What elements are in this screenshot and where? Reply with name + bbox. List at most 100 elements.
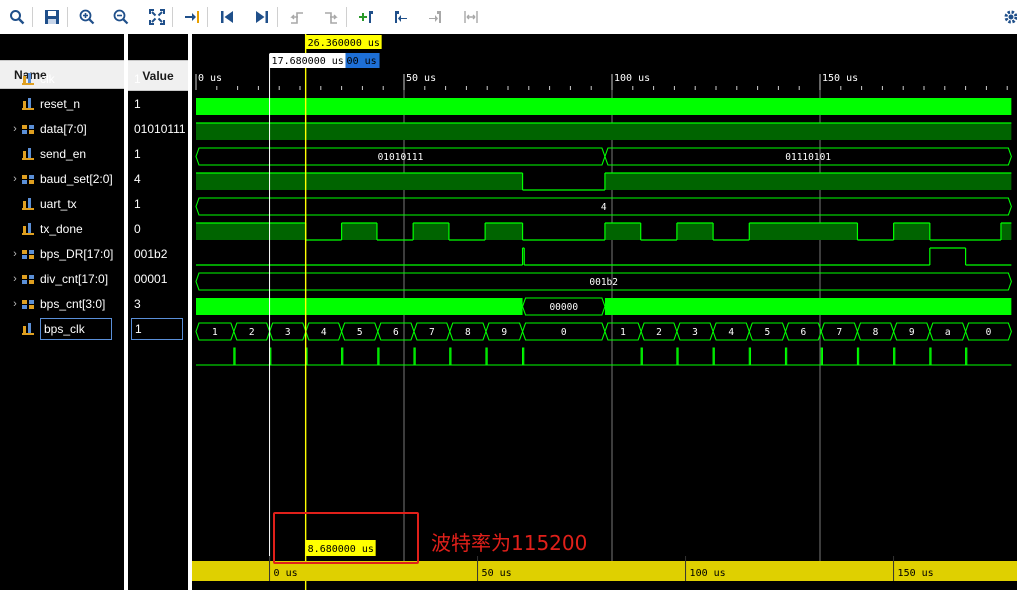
wave-fill	[604, 173, 1012, 190]
bus-value: 2	[656, 327, 662, 338]
bus-signal-icon	[22, 173, 36, 185]
bus-value: 5	[357, 327, 363, 338]
signal-value: 1	[134, 143, 188, 165]
bus-value: 6	[800, 327, 806, 338]
waveform-area[interactable]: 0 us 50 us 100 us 150 us 01010111 01110101 4 00…	[192, 34, 1017, 590]
wave-fill	[676, 223, 714, 240]
bus-value: 3	[692, 327, 698, 338]
bps-clk-wave	[196, 347, 1012, 366]
signal-value-text: 01010111	[134, 122, 186, 136]
signal-row-bps_dr170[interactable]: › bps_DR[17:0]	[8, 243, 113, 265]
signal-value: 001b2	[134, 243, 188, 265]
signal-value: 1	[134, 193, 188, 215]
previous-transition-icon[interactable]	[286, 6, 308, 28]
signal-value-text: 1	[131, 318, 183, 340]
bus-value: 8	[873, 327, 879, 338]
zoom-fit-icon[interactable]	[146, 6, 168, 28]
go-to-last-time-icon[interactable]	[251, 6, 273, 28]
go-to-time-0-icon[interactable]	[216, 6, 238, 28]
signal-value: 1	[131, 318, 185, 340]
signal-value-text: 1	[134, 97, 141, 111]
bus-value: 001b2	[589, 277, 618, 288]
go-to-cursor-icon[interactable]	[181, 6, 203, 28]
bus-signal-icon	[22, 298, 36, 310]
bus-signal-icon	[22, 123, 36, 135]
bit-signal-icon	[22, 73, 36, 85]
signal-row-tx_done[interactable]: tx_done	[8, 218, 83, 240]
expand-chevron-icon[interactable]: ›	[8, 123, 22, 135]
bus-signal-icon	[22, 273, 36, 285]
signal-name: uart_tx	[40, 197, 77, 211]
annotation-box	[273, 512, 419, 564]
bus-value: 0	[986, 327, 992, 338]
bus-value: 4	[728, 327, 734, 338]
signal-name: clk	[40, 72, 55, 86]
signal-value-text: 1	[134, 197, 141, 211]
signal-row-data70[interactable]: › data[7:0]	[8, 118, 87, 140]
expand-chevron-icon[interactable]: ›	[8, 173, 22, 185]
signal-row-baud_set20[interactable]: › baud_set[2:0]	[8, 168, 113, 190]
ruler-label: 0 us	[198, 73, 222, 84]
wave-edge	[196, 247, 1012, 266]
signal-value: 3	[134, 293, 188, 315]
signal-row-bps_clk[interactable]: bps_clk	[8, 318, 112, 340]
signal-name: div_cnt[17:0]	[40, 272, 109, 286]
signal-name: bps_cnt[3:0]	[40, 297, 106, 311]
signal-value-text: 3	[134, 297, 141, 311]
ruler-label: 100 us	[614, 73, 650, 84]
signal-row-div_cnt170[interactable]: › div_cnt[17:0]	[8, 268, 108, 290]
bus-signal-icon	[22, 248, 36, 260]
marker-label: 0 us	[274, 568, 298, 579]
next-marker-icon[interactable]	[424, 6, 446, 28]
wave-fill	[749, 223, 858, 240]
zoom-out-icon[interactable]	[110, 6, 132, 28]
bus-value: 7	[836, 327, 842, 338]
add-marker-icon[interactable]	[355, 6, 377, 28]
signal-name: baud_set[2:0]	[40, 172, 113, 186]
wave-fill	[1000, 223, 1012, 240]
toolbar	[0, 0, 1017, 35]
signal-row-bps_cnt30[interactable]: › bps_cnt[3:0]	[8, 293, 105, 315]
bit-signal-icon	[22, 323, 36, 335]
marker-label: 50 us	[482, 568, 512, 579]
save-icon[interactable]	[41, 6, 63, 28]
settings-icon[interactable]	[1000, 6, 1017, 28]
wave-fill	[413, 223, 449, 240]
bus-value: a	[945, 327, 951, 338]
clk-wave	[196, 98, 1012, 115]
signal-value: 1	[134, 68, 188, 90]
bus-value: 00000	[549, 302, 578, 313]
waveform-canvas[interactable]: 0 us 50 us 100 us 150 us01010111 01110101400…	[192, 34, 1017, 590]
zoom-in-icon[interactable]	[76, 6, 98, 28]
previous-marker-icon[interactable]	[390, 6, 412, 28]
value-panel: Value 1 1 01010111 1 4 1 0 001b2 00001 3 1	[128, 34, 188, 590]
signal-value: 4	[134, 168, 188, 190]
signal-value-text: 00001	[134, 272, 168, 286]
next-transition-icon[interactable]	[320, 6, 342, 28]
signal-row-reset_n[interactable]: reset_n	[8, 93, 80, 115]
signal-name: tx_done	[40, 222, 83, 236]
search-icon[interactable]	[6, 6, 28, 28]
bus-value: 7	[429, 327, 435, 338]
expand-chevron-icon[interactable]: ›	[8, 298, 22, 310]
signal-name: bps_DR[17:0]	[40, 247, 114, 261]
name-panel: Name clkreset_n›data[7:0]send_en›baud_se…	[0, 34, 124, 590]
marker-label: 100 us	[690, 568, 726, 579]
signal-name: data[7:0]	[40, 122, 87, 136]
bus-value: 4	[601, 202, 607, 213]
signal-name: bps_clk	[40, 318, 112, 340]
wave-fill	[196, 123, 1012, 140]
signal-row-uart_tx[interactable]: uart_tx	[8, 193, 77, 215]
signal-name: reset_n	[40, 97, 81, 111]
swap-cursors-icon[interactable]	[460, 6, 482, 28]
bus-value: 0	[561, 327, 567, 338]
signal-value: 1	[134, 93, 188, 115]
signal-row-send_en[interactable]: send_en	[8, 143, 86, 165]
expand-chevron-icon[interactable]: ›	[8, 273, 22, 285]
signal-row-clk[interactable]: clk	[8, 68, 55, 90]
bus-value: 9	[501, 327, 507, 338]
wave-fill	[485, 223, 523, 240]
expand-chevron-icon[interactable]: ›	[8, 248, 22, 260]
bus-value: 3	[285, 327, 291, 338]
wave-fill	[604, 223, 641, 240]
